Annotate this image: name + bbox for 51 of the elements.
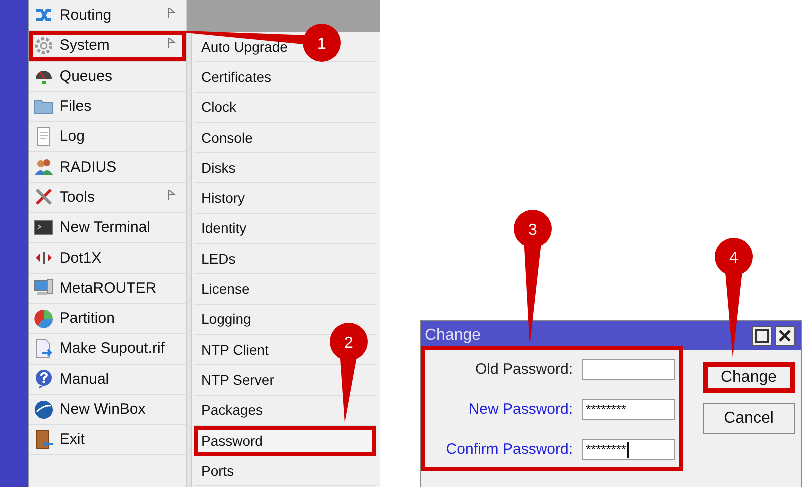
door-icon (34, 430, 54, 450)
menu-item[interactable]: Log (28, 122, 186, 152)
password-field[interactable] (582, 359, 675, 380)
submenu-item[interactable]: Console (194, 122, 376, 154)
password-field[interactable]: ******** (582, 399, 675, 420)
menu-item[interactable]: MetaROUTER (28, 274, 186, 304)
globe-icon (34, 400, 54, 420)
menu-item[interactable]: New Terminal (28, 213, 186, 244)
callout-pin: 4 (714, 237, 754, 360)
submenu-arrow-icon (168, 37, 176, 50)
submenu-item[interactable]: Certificates (194, 62, 376, 93)
menu-item[interactable]: Dot1X (28, 243, 186, 274)
menu-item[interactable]: New WinBox (28, 394, 186, 426)
callout-pin: 3 (513, 209, 553, 348)
menu-item[interactable]: RADIUS (28, 152, 186, 183)
submenu-item[interactable]: License (194, 274, 376, 305)
submenu-item[interactable]: Disks (194, 153, 376, 184)
tools-icon (34, 187, 54, 208)
field-label: Old Password: (475, 361, 573, 378)
window-title: Change (425, 326, 482, 344)
submenu-arrow-icon (168, 7, 176, 19)
dialog-button[interactable]: Change (703, 362, 795, 393)
password-field[interactable]: ******** (582, 439, 675, 460)
submenu-item[interactable]: Clock (194, 92, 376, 123)
menu-item[interactable]: Queues (28, 62, 186, 92)
menu-item[interactable]: Partition (28, 304, 186, 334)
dialog-button[interactable]: Cancel (703, 403, 795, 434)
menu-item[interactable]: System (28, 31, 186, 62)
submenu-item[interactable]: Ports (194, 456, 376, 486)
people-icon (34, 157, 54, 178)
submenu-item[interactable]: History (194, 183, 376, 214)
gear-icon (34, 36, 54, 56)
field-label: New Password: (468, 401, 573, 418)
submenu-item[interactable]: Password (194, 426, 376, 456)
close-icon[interactable] (775, 326, 795, 346)
maximize-icon[interactable] (752, 326, 772, 346)
menu-item[interactable]: Make Supout.rif (28, 334, 186, 365)
menu-item[interactable]: Files (28, 92, 186, 122)
menu-item[interactable]: Exit (28, 425, 186, 456)
help-icon (34, 369, 54, 390)
submenu-item[interactable]: LEDs (194, 244, 376, 274)
pie-chart-icon (34, 308, 54, 329)
menu-item[interactable]: Manual (28, 364, 186, 395)
menu-item[interactable]: Tools (28, 182, 186, 214)
field-label: Confirm Password: (446, 441, 573, 458)
terminal-icon (34, 218, 54, 238)
callout-pin: 2 (329, 322, 369, 425)
submenu-item[interactable]: Identity (194, 214, 376, 244)
submenu-arrow-icon (168, 188, 176, 201)
file-arrow-icon (34, 338, 54, 359)
menu-item[interactable]: Routing (28, 1, 186, 32)
